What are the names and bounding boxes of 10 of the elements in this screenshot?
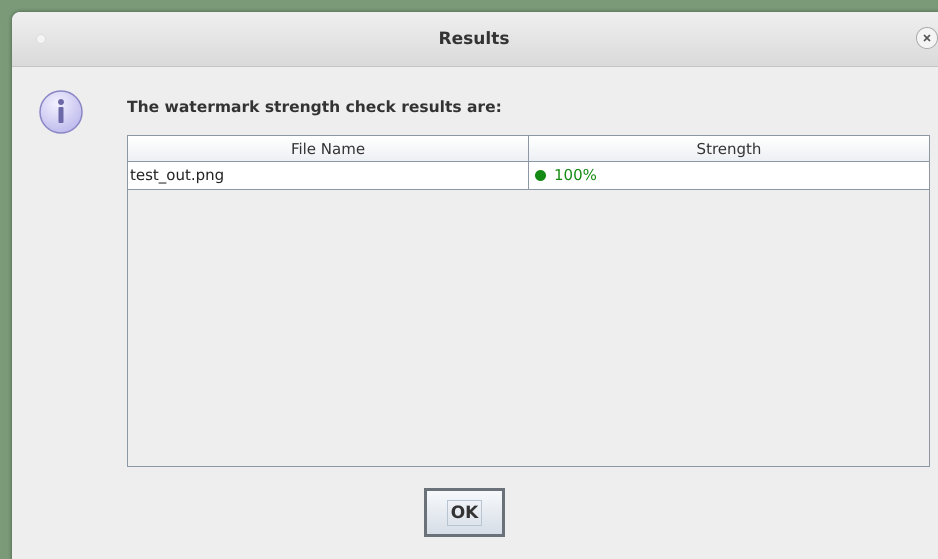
column-header[interactable]: Strength	[528, 136, 929, 161]
message-text: The watermark strength check results are:	[127, 98, 503, 118]
close-button[interactable]	[916, 27, 938, 49]
close-icon	[922, 33, 932, 43]
ok-button[interactable]: OK	[424, 488, 505, 537]
info-icon	[37, 88, 85, 136]
table-cell-text: test_out.png	[129, 165, 226, 186]
strength-value: 100%	[554, 166, 597, 184]
window-title: Results	[438, 29, 510, 49]
column-header[interactable]: File Name	[128, 136, 528, 161]
